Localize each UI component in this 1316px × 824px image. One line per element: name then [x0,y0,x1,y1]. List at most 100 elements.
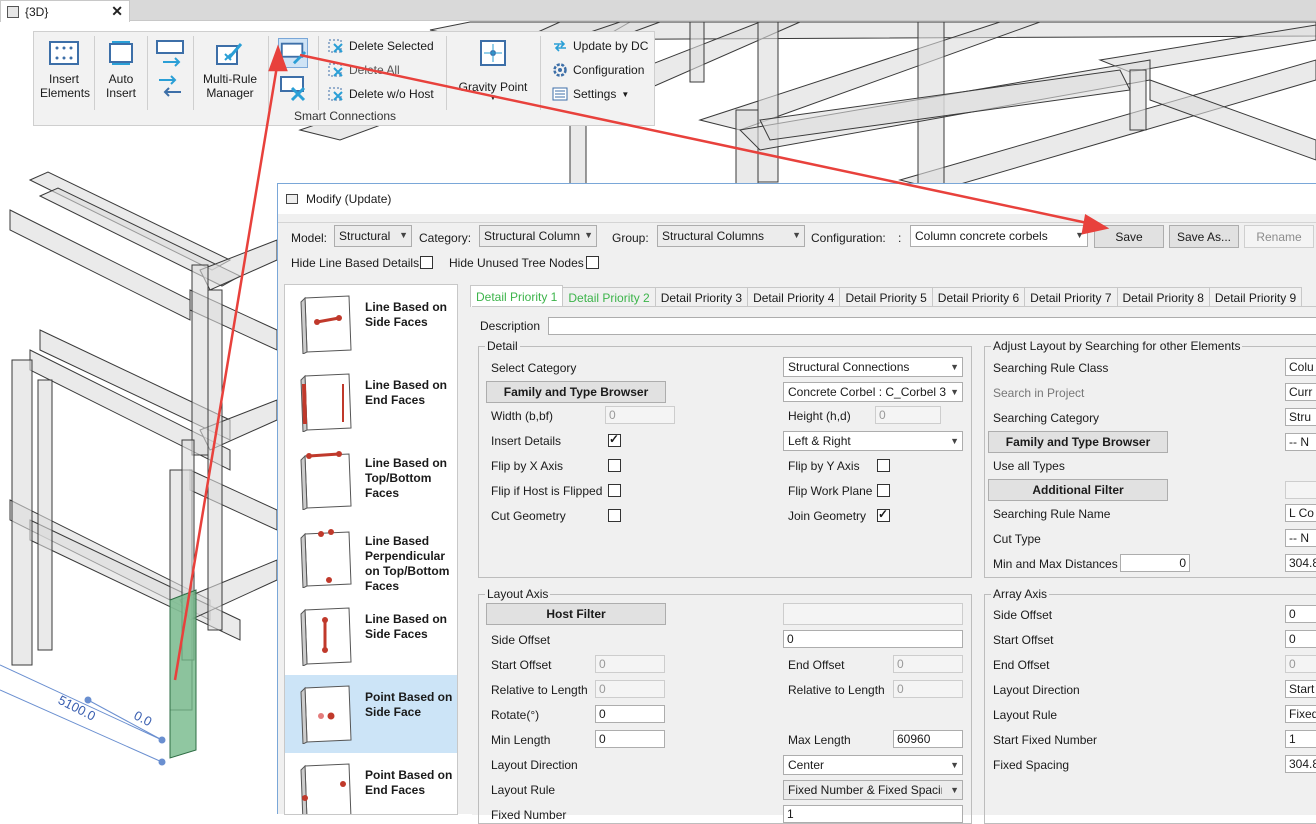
left-right-select[interactable]: Left & Right ▼ [783,431,963,451]
ribbon-panel-title: Smart Connections [294,109,397,123]
close-icon[interactable]: ✕ [111,3,123,20]
delete-all-button[interactable]: Delete All [328,60,400,80]
min-distance-input[interactable]: 0 [1120,554,1190,572]
end-offset-input[interactable]: 0 [893,655,963,673]
group-select[interactable]: Structural Columns ▼ [657,225,805,247]
layout-direction-select[interactable]: Center ▼ [783,755,963,775]
delete-all-icon [328,63,343,77]
rotate-input[interactable]: 0 [595,705,665,723]
list-item-line-end-faces[interactable]: Line Based on End Faces [285,363,457,441]
host-filter-input[interactable] [783,603,963,625]
flip-x-label: Flip by X Axis [491,459,564,473]
list-item-line-perpendicular[interactable]: Line Based Perpendicular on Top/Bottom F… [285,519,457,597]
array-layout-direction-select[interactable]: Start [1285,680,1316,698]
category-select[interactable]: Structural Columns ▼ [479,225,597,247]
hide-line-based-checkbox[interactable] [420,256,433,269]
list-item-point-end-faces[interactable]: Point Based on End Faces [285,753,457,814]
gravity-point-button[interactable]: Gravity Point ▼ [452,38,534,102]
view-tab-3d[interactable]: {3D} ✕ [0,0,130,22]
point-end-faces-icon [300,763,352,814]
save-button[interactable]: Save [1094,225,1164,248]
model-label: Model: [291,231,328,245]
width-input[interactable]: 0 [605,406,675,424]
start-fixed-number-input[interactable]: 1 [1285,730,1316,748]
list-item-line-top-bottom-faces[interactable]: Line Based on Top/Bottom Faces [285,441,457,519]
host-filter-button[interactable]: Host Filter [486,603,666,625]
gravity-point-label: Gravity Point [458,80,528,94]
searching-rule-name-select[interactable]: L Co [1285,504,1316,522]
flip-x-checkbox[interactable] [608,459,621,472]
rename-button[interactable]: Rename [1244,225,1314,248]
layout-axis-group: Layout Axis Host Filter Side Offset 0 St… [478,587,972,824]
configuration-button[interactable]: Configuration [552,60,644,80]
family-type-browser-button[interactable]: Family and Type Browser [486,381,666,403]
array-layout-rule-select[interactable]: Fixed [1285,705,1316,723]
cut-type-select[interactable]: -- N [1285,529,1316,547]
array-start-offset-input[interactable]: 0 [1285,630,1316,648]
settings-dropdown[interactable]: Settings ▼ [552,84,629,104]
search-in-project-select[interactable]: Curr [1285,383,1316,401]
max-length-input[interactable]: 60960 [893,730,963,748]
join-geometry-checkbox[interactable] [877,507,890,522]
tab-detail-priority-8[interactable]: Detail Priority 8 [1116,287,1210,307]
auto-insert-button[interactable]: Auto Insert [100,38,142,100]
layout-rule-value: Fixed Number & Fixed Spacing [788,783,942,797]
array-end-offset-input[interactable]: 0 [1285,655,1316,673]
height-input[interactable]: 0 [875,406,941,424]
cut-geometry-checkbox[interactable] [608,509,621,522]
start-offset-input[interactable]: 0 [595,655,665,673]
tab-detail-priority-3[interactable]: Detail Priority 3 [654,287,749,307]
tab-detail-priority-1[interactable]: Detail Priority 1 [470,285,564,307]
flip-host-checkbox[interactable] [608,484,621,497]
delete-selected-label: Delete Selected [349,39,434,53]
multi-rule-manager-button[interactable]: Multi-Rule Manager [200,38,260,100]
list-item-point-side-face[interactable]: Point Based on Side Face [285,675,457,753]
tab-detail-priority-2[interactable]: Detail Priority 2 [562,287,656,307]
hide-unused-checkbox[interactable] [586,256,599,269]
insert-details-checkbox[interactable] [608,432,621,447]
tab-detail-priority-5[interactable]: Detail Priority 5 [839,287,933,307]
adjust-family-type-select[interactable]: -- N [1285,433,1316,451]
flip-host-label: Flip if Host is Flipped [491,484,603,498]
delete-selected-button[interactable]: Delete Selected [328,36,434,56]
delete-without-host-button[interactable]: Delete w/o Host [328,84,434,104]
adjust-family-type-browser-button[interactable]: Family and Type Browser [988,431,1168,453]
description-input[interactable] [548,317,1316,335]
list-item-line-side-faces[interactable]: Line Based on Side Faces [285,285,457,363]
list-item-line-side-faces-2[interactable]: Line Based on Side Faces [285,597,457,675]
save-as-button[interactable]: Save As... [1169,225,1239,248]
tab-detail-priority-7[interactable]: Detail Priority 7 [1024,287,1118,307]
model-select[interactable]: Structural ▼ [334,225,412,247]
configuration-select[interactable]: Column concrete corbels ▼ [910,225,1088,247]
max-distance-input[interactable]: 304.8 [1285,554,1316,572]
relative-length-input-2[interactable]: 0 [893,680,963,698]
select-category-select[interactable]: Structural Connections ▼ [783,357,963,377]
insert-elements-button[interactable]: Insert Elements [40,38,90,100]
description-label: Description [480,319,541,333]
array-side-offset-input[interactable]: 0 [1285,605,1316,623]
update-elements-button[interactable] [152,38,188,106]
chevron-down-icon: ▼ [584,230,593,240]
flip-y-checkbox[interactable] [877,459,890,472]
update-by-dc-button[interactable]: Update by DC [552,36,648,56]
tab-detail-priority-6[interactable]: Detail Priority 6 [931,287,1026,307]
fixed-number-input[interactable]: 1 [783,805,963,823]
tab-detail-priority-4[interactable]: Detail Priority 4 [747,287,841,307]
fixed-spacing-input[interactable]: 304.8 [1285,755,1316,773]
additional-filter-input[interactable] [1285,481,1316,499]
modify-update-icon [278,38,308,68]
relative-length-input-1[interactable]: 0 [595,680,665,698]
family-type-select[interactable]: Concrete Corbel : C_Corbel 3 ▼ [783,382,963,402]
layout-rule-select[interactable]: Fixed Number & Fixed Spacing ▼ [783,780,963,800]
tab-detail-priority-9[interactable]: Detail Priority 9 [1208,287,1303,307]
dimension-offset: 0.0 [132,708,155,730]
modify-update-button[interactable] [275,38,311,106]
dialog-title-bar[interactable]: Modify (Update) [278,184,1316,214]
side-offset-input[interactable]: 0 [783,630,963,648]
min-length-input[interactable]: 0 [595,730,665,748]
additional-filter-button[interactable]: Additional Filter [988,479,1168,501]
max-length-label: Max Length [788,733,851,747]
searching-rule-class-select[interactable]: Colu [1285,358,1316,376]
flip-work-plane-checkbox[interactable] [877,484,890,497]
searching-category-select[interactable]: Stru [1285,408,1316,426]
